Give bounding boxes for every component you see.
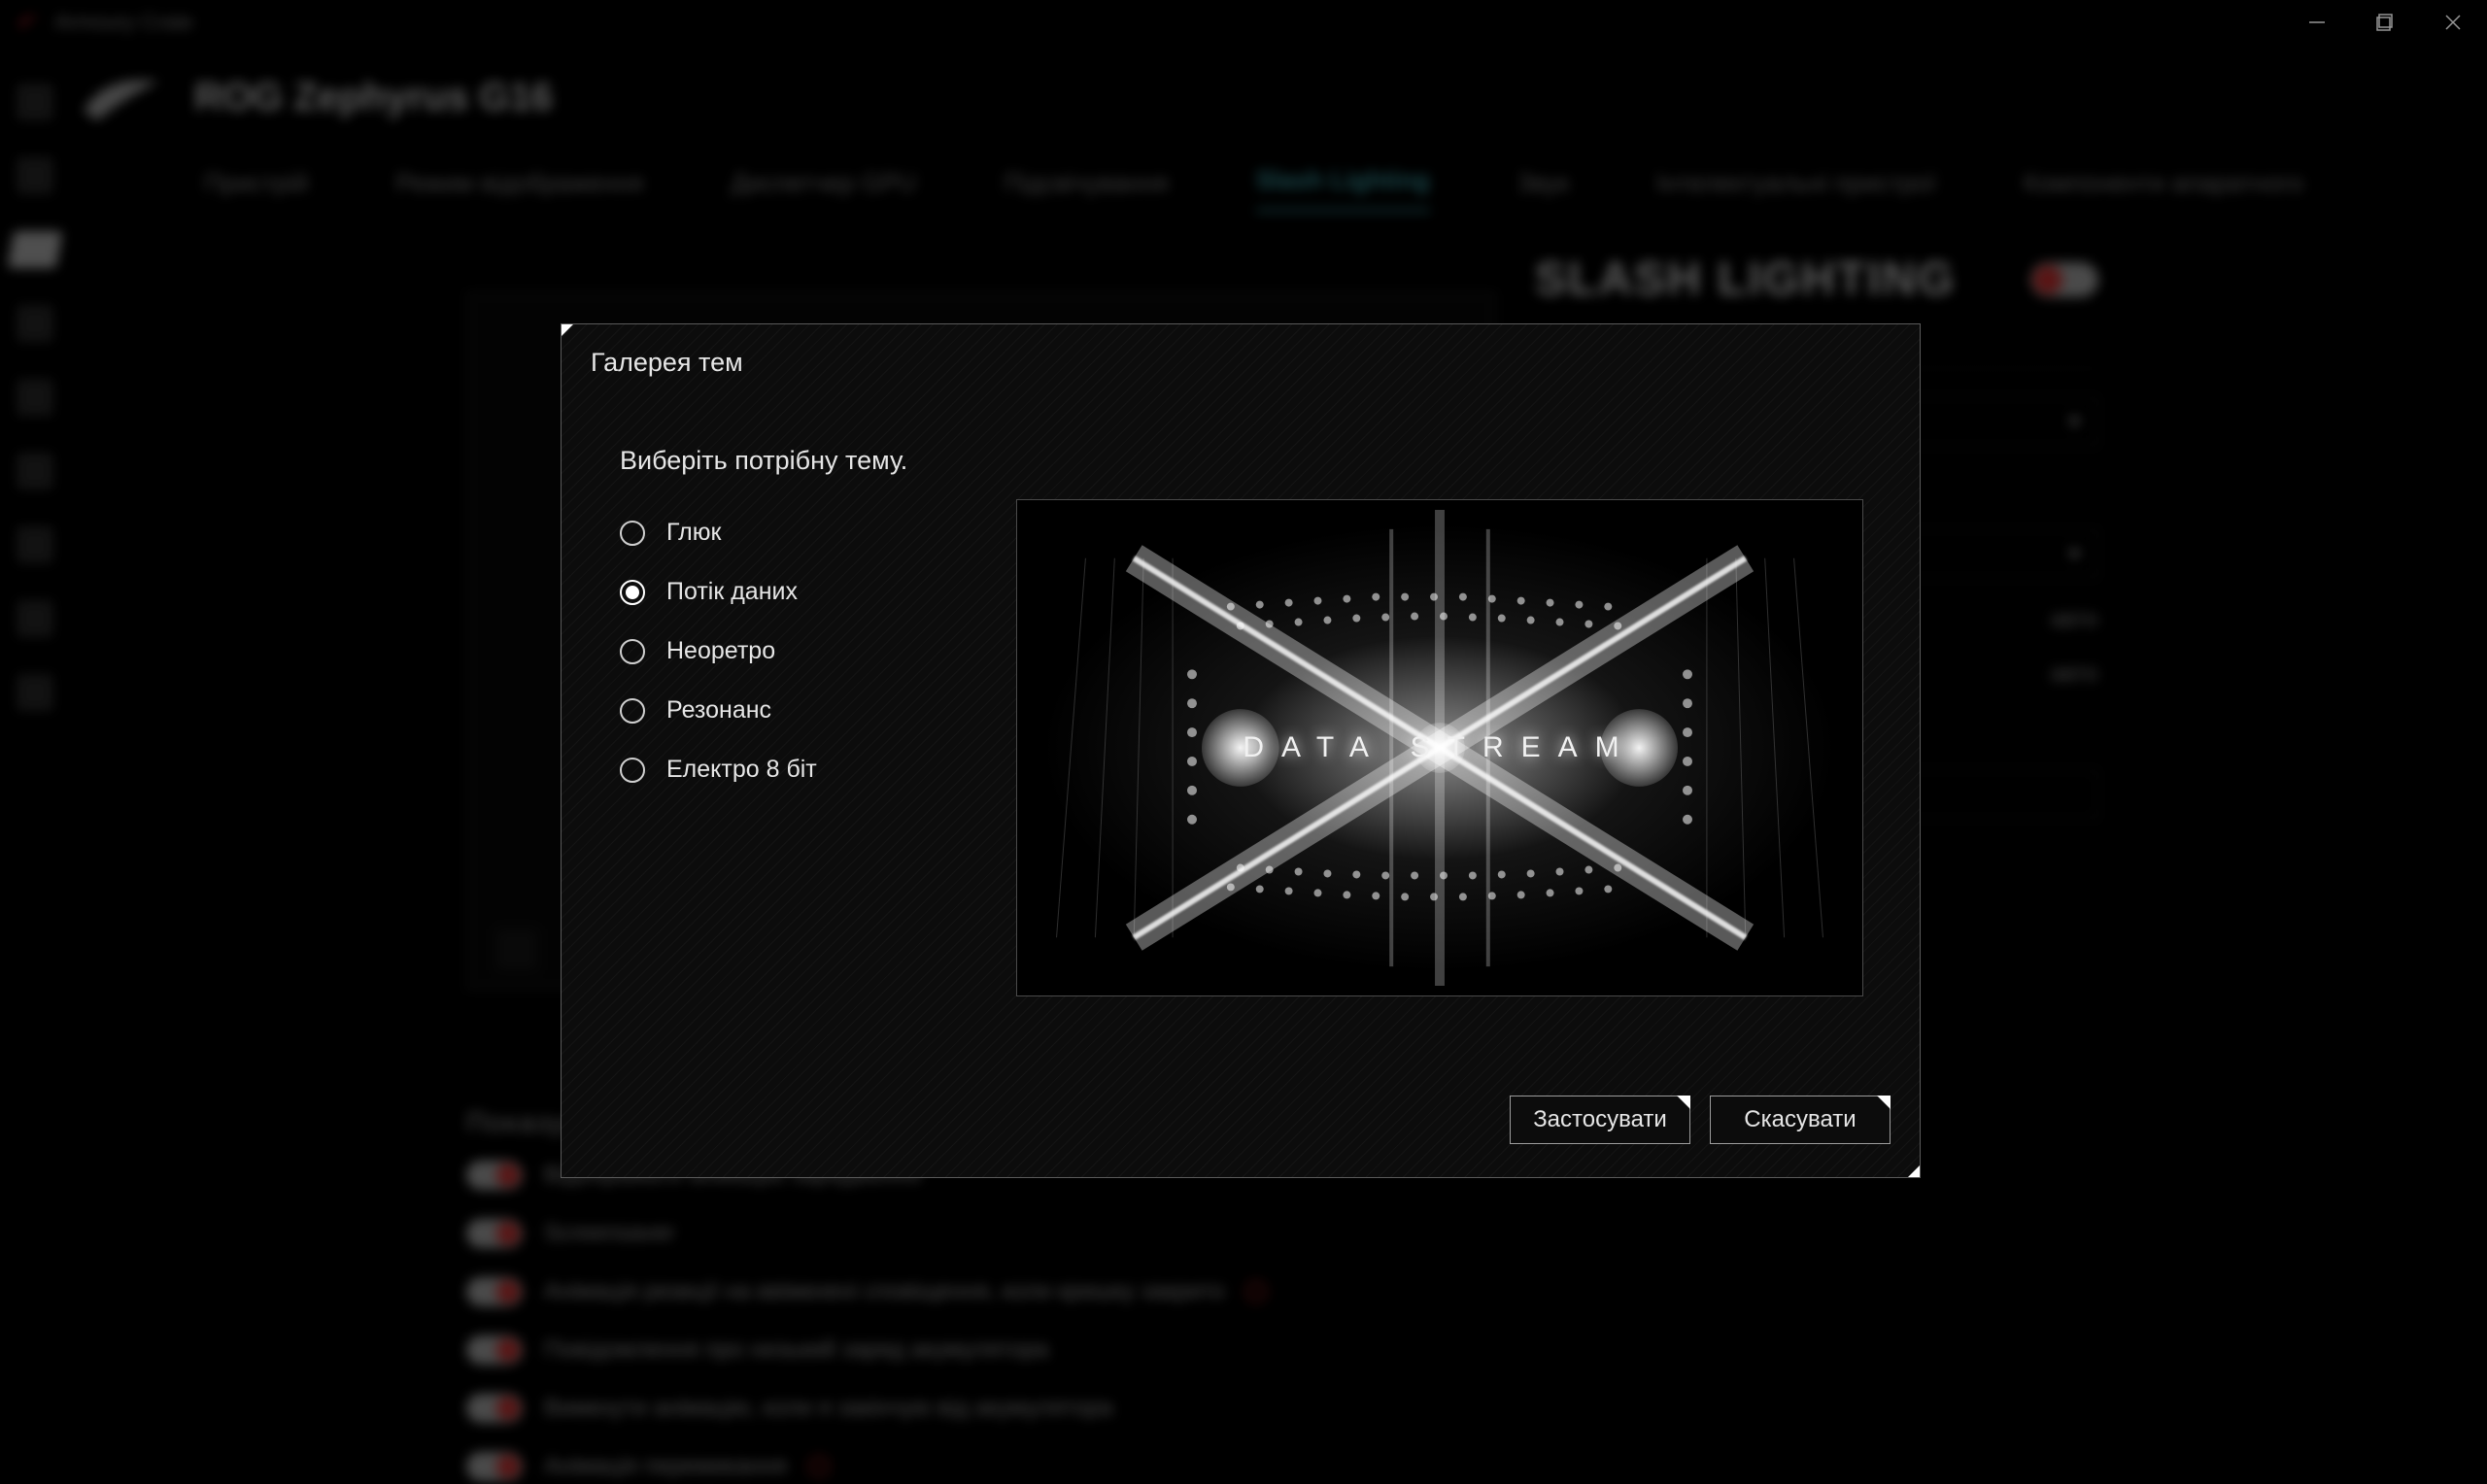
radio-icon xyxy=(620,639,645,664)
theme-option-resonance[interactable]: Резонанс xyxy=(620,696,989,725)
radio-label: Електро 8 біт xyxy=(666,756,817,784)
radio-icon xyxy=(620,698,645,724)
theme-radio-list: Глюк Потік даних Неоретро Резонанс Елект… xyxy=(620,519,989,784)
theme-option-electro-8bit[interactable]: Електро 8 біт xyxy=(620,756,989,784)
theme-preview: DATA STREAM xyxy=(1016,499,1863,996)
cancel-button[interactable]: Скасувати xyxy=(1710,1096,1891,1144)
theme-option-neoretro[interactable]: Неоретро xyxy=(620,637,989,665)
corner-decor-icon xyxy=(561,323,574,337)
preview-label: DATA STREAM xyxy=(1017,731,1862,764)
radio-icon xyxy=(620,521,645,546)
apply-button[interactable]: Застосувати xyxy=(1510,1096,1690,1144)
radio-label: Потік даних xyxy=(666,578,798,606)
dialog-title: Галерея тем xyxy=(591,348,743,378)
corner-decor-icon xyxy=(1907,1164,1921,1178)
radio-icon xyxy=(620,758,645,783)
radio-label: Неоретро xyxy=(666,637,775,665)
theme-gallery-dialog: Галерея тем Виберіть потрібну тему. Глюк… xyxy=(561,323,1921,1178)
radio-label: Глюк xyxy=(666,519,721,547)
dialog-buttons: Застосувати Скасувати xyxy=(1510,1096,1891,1144)
radio-icon xyxy=(620,580,645,605)
radio-label: Резонанс xyxy=(666,696,771,725)
dialog-instruction: Виберіть потрібну тему. xyxy=(620,446,907,476)
theme-option-glitch[interactable]: Глюк xyxy=(620,519,989,547)
theme-option-data-stream[interactable]: Потік даних xyxy=(620,578,989,606)
